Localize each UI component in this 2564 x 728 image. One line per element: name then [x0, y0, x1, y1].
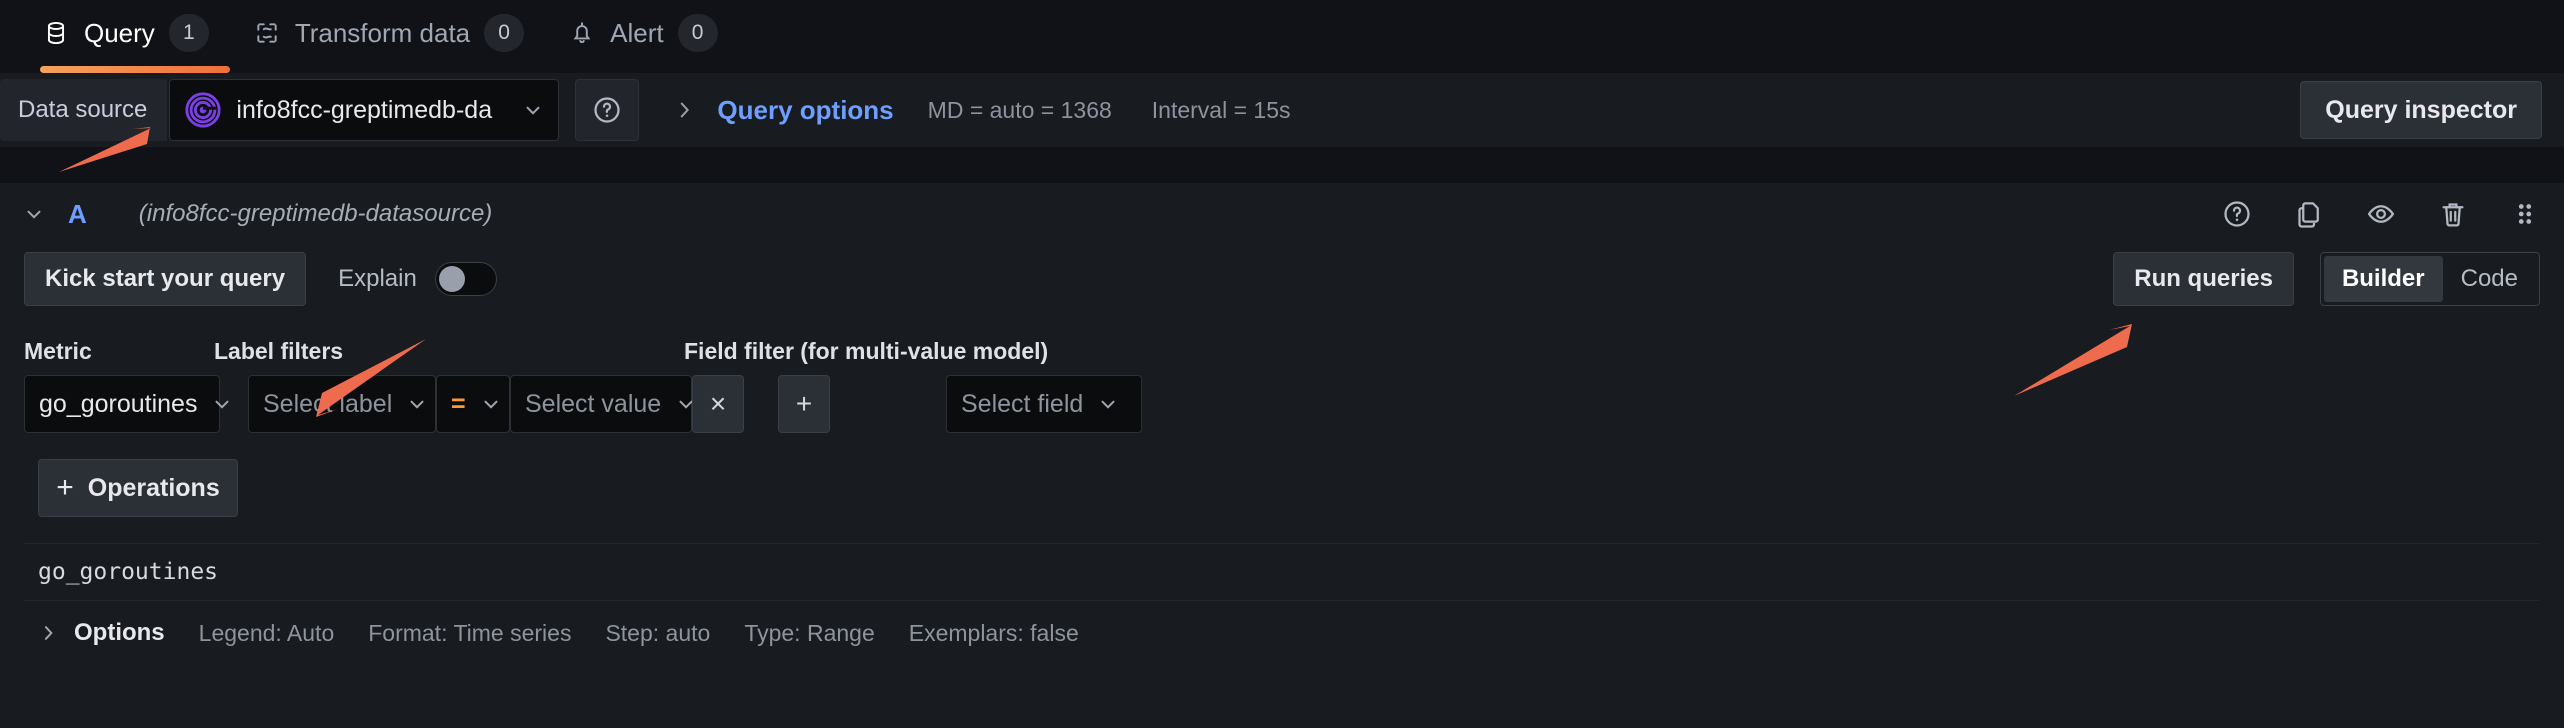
chevron-down-icon [211, 393, 233, 415]
format-info: Format: Time series [368, 620, 571, 647]
active-tab-indicator [40, 66, 230, 73]
editor-mode-builder[interactable]: Builder [2324, 256, 2443, 302]
chevron-down-icon [406, 393, 428, 415]
tab-alert[interactable]: Alert 0 [546, 0, 739, 66]
explain-switch-knob [439, 266, 465, 292]
interval-info: Interval = 15s [1152, 97, 1291, 124]
prometheus-query-builder: Metric Label filters Field filter (for m… [24, 329, 2540, 517]
query-row-actions [2222, 199, 2540, 229]
query-options-footer: Options Legend: Auto Format: Time series… [24, 619, 2540, 647]
toolbar-right-group: Run queries Builder Code [2113, 252, 2540, 306]
metric-label: Metric [24, 338, 214, 365]
exemplars-info: Exemplars: false [909, 620, 1079, 647]
transform-icon [253, 19, 281, 47]
query-datasource-note: (info8fcc-greptimedb-datasource) [139, 200, 493, 228]
tab-query[interactable]: Query 1 [20, 0, 231, 66]
run-queries-button[interactable]: Run queries [2113, 252, 2294, 306]
label-filter-label-select[interactable]: Select label [248, 375, 436, 433]
tab-transform-data[interactable]: Transform data 0 [231, 0, 546, 66]
eye-icon[interactable] [2366, 199, 2396, 229]
query-preview-text: go_goroutines [38, 559, 218, 585]
bell-icon [568, 19, 596, 47]
label-filters-label: Label filters [214, 338, 684, 365]
grafana-query-editor: Query 1 Transform data 0 [0, 0, 2564, 728]
editor-mode-code[interactable]: Code [2443, 256, 2536, 302]
label-filter-operator-value: = [451, 390, 466, 419]
tab-alert-count: 0 [678, 14, 718, 52]
chevron-down-icon [480, 393, 502, 415]
tab-query-count: 1 [169, 14, 209, 52]
add-operations-button[interactable]: + Operations [38, 459, 238, 517]
query-editor-row-a: A (info8fcc-greptimedb-datasource) [0, 183, 2564, 728]
query-editor-toolbar: Kick start your query Explain Run querie… [24, 247, 2540, 311]
label-filter-operator-select[interactable]: = [436, 375, 510, 433]
collapse-query-icon[interactable] [14, 203, 54, 225]
query-options-expand-icon[interactable] [673, 99, 695, 121]
panel-editor-tabs: Query 1 Transform data 0 [0, 0, 2564, 73]
type-info: Type: Range [744, 620, 874, 647]
field-filter-select[interactable]: Select field [946, 375, 1142, 433]
copy-icon[interactable] [2294, 199, 2324, 229]
kick-start-your-query-button[interactable]: Kick start your query [24, 252, 306, 306]
question-circle-icon [592, 95, 622, 125]
metric-select-value: go_goroutines [39, 390, 197, 419]
expand-options-icon[interactable] [38, 623, 58, 643]
datasource-picker[interactable]: info8fcc-greptimedb-da [169, 79, 559, 141]
datasource-label: Data source [0, 79, 167, 141]
editor-mode-radio-group: Builder Code [2320, 252, 2540, 306]
query-row-header: A (info8fcc-greptimedb-datasource) [0, 183, 2564, 245]
datasource-help-button[interactable] [575, 79, 639, 141]
builder-field-labels: Metric Label filters Field filter (for m… [24, 329, 2540, 365]
explain-toggle-group: Explain [338, 262, 497, 296]
tab-transform-data-count: 0 [484, 14, 524, 52]
field-filter-label: Field filter (for multi-value model) [684, 338, 1048, 365]
operations-row: + Operations [24, 459, 2540, 517]
tab-query-label: Query [84, 18, 155, 49]
field-filter-placeholder: Select field [961, 390, 1083, 419]
tab-alert-label: Alert [610, 18, 663, 49]
greptimedb-logo-icon [184, 91, 222, 129]
chevron-down-icon [1097, 393, 1119, 415]
legend-info: Legend: Auto [199, 620, 335, 647]
plus-icon: + [56, 471, 74, 505]
operations-button-label: Operations [88, 474, 220, 503]
database-icon [42, 19, 70, 47]
label-filter-value-placeholder: Select value [525, 390, 661, 419]
query-inspector-button[interactable]: Query inspector [2300, 81, 2542, 139]
metric-select[interactable]: go_goroutines [24, 375, 220, 433]
explain-switch[interactable] [435, 262, 497, 296]
datasource-selected-name: info8fcc-greptimedb-da [236, 96, 508, 125]
explain-label: Explain [338, 265, 417, 293]
builder-controls: go_goroutines Select label = [24, 375, 2540, 433]
query-preview: go_goroutines [24, 543, 2540, 601]
query-options-toggle[interactable]: Query options [717, 95, 893, 126]
remove-label-filter-button[interactable]: × [692, 375, 744, 433]
label-filter-label-placeholder: Select label [263, 390, 392, 419]
drag-handle-icon[interactable] [2510, 199, 2540, 229]
chevron-down-icon [522, 99, 544, 121]
datasource-row: Data source info8fcc-greptimedb-da [0, 73, 2564, 147]
step-info: Step: auto [605, 620, 710, 647]
options-toggle-label[interactable]: Options [74, 619, 165, 647]
query-ref-id[interactable]: A [68, 199, 87, 230]
add-label-filter-button[interactable]: + [778, 375, 830, 433]
tab-transform-data-label: Transform data [295, 18, 470, 49]
max-data-points-info: MD = auto = 1368 [928, 97, 1112, 124]
trash-icon[interactable] [2438, 199, 2468, 229]
label-filter-value-select[interactable]: Select value [510, 375, 692, 433]
help-icon[interactable] [2222, 199, 2252, 229]
